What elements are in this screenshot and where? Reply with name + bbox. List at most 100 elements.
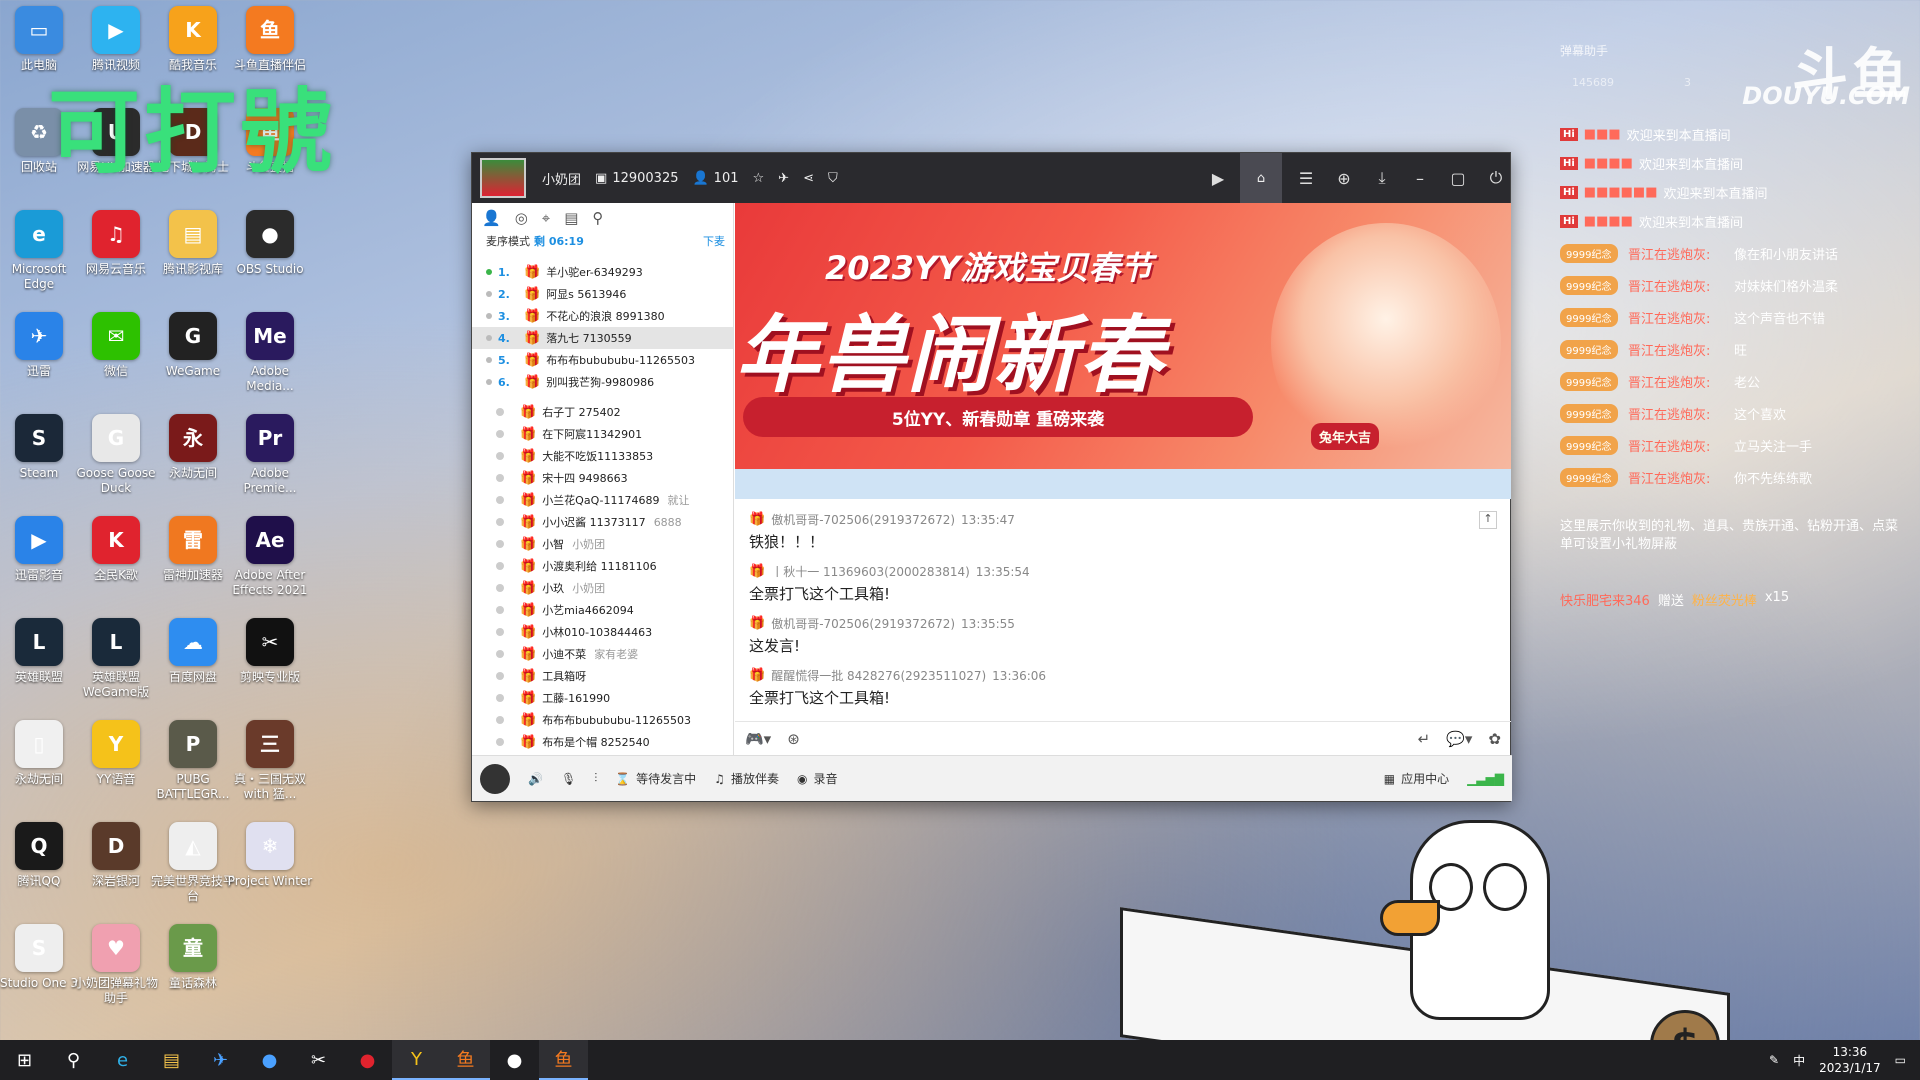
power-button[interactable]: ⏻ [1482, 168, 1510, 188]
queue-row[interactable]: 2. 🎁 阿显s 5613946 [472, 283, 733, 305]
yy-taskbar-icon[interactable]: Y [392, 1040, 441, 1080]
clock[interactable]: 13:36 2023/1/17 [1819, 1044, 1881, 1076]
desktop-icon[interactable]: K 全民K歌 [73, 512, 159, 608]
notification-icon[interactable]: ▭ [1895, 1053, 1906, 1067]
queue-row[interactable]: 6. 🎁 别叫我芒狗-9980986 [472, 371, 733, 393]
jianying-taskbar-icon[interactable]: ✂ [294, 1040, 343, 1080]
explorer-taskbar-icon[interactable]: ▤ [147, 1040, 196, 1080]
douyu-taskbar-icon[interactable]: 鱼 [441, 1040, 490, 1080]
desktop-icon[interactable]: L 英雄联盟WeGame版 [73, 614, 159, 710]
desktop-icon[interactable]: 童童话森林 [150, 920, 236, 1016]
queue-row[interactable]: 1. 🎁 羊小驼er-6349293 [472, 261, 733, 283]
desktop-icon[interactable]: e Microsoft Edge [0, 206, 82, 302]
plane-icon[interactable]: ✈ [778, 171, 789, 186]
user-row[interactable]: 🎁 右子丁 275402 [472, 401, 733, 423]
share-icon[interactable]: ⋖ [803, 171, 814, 186]
desktop-icon[interactable]: ● OBS Studio [227, 206, 313, 302]
star-icon[interactable]: ☆ [753, 171, 765, 186]
user-row[interactable]: 🎁 小智 小奶团 [472, 533, 733, 555]
user-row[interactable]: 🎁 在下阿宸11342901 [472, 423, 733, 445]
maximize-button[interactable]: ▢ [1444, 169, 1472, 188]
play-accompaniment[interactable]: ♫ 播放伴奏 [714, 770, 779, 787]
ime-indicator[interactable]: 中 [1793, 1052, 1805, 1069]
kge-taskbar-icon[interactable]: ● [343, 1040, 392, 1080]
gamepad-emote-icon[interactable]: 🎮▾ [745, 730, 771, 748]
desktop-icon[interactable]: ♫ 网易云音乐 [73, 206, 159, 302]
app-center[interactable]: ▦ 应用中心 [1384, 770, 1449, 787]
obs-taskbar-icon[interactable]: ● [490, 1040, 539, 1080]
user-row[interactable]: 🎁 小迪不菜 家有老婆 [472, 643, 733, 665]
desktop-icon[interactable]: S Steam [0, 410, 82, 506]
user-row[interactable]: 🎁 小林010-103844463 [472, 621, 733, 643]
user-row[interactable]: 🎁 小玖 小奶团 [472, 577, 733, 599]
speaker-icon[interactable]: 🔊 [528, 772, 543, 786]
enter-icon[interactable]: ↵ [1418, 730, 1431, 748]
user-row[interactable]: 🎁 工具箱呀 [472, 665, 733, 687]
person-icon[interactable]: 👤 [482, 209, 501, 227]
desktop-icon[interactable]: G Goose Goose Duck [73, 410, 159, 506]
desktop-icon[interactable]: ☁ 百度网盘 [150, 614, 236, 710]
event-banner[interactable]: 2023YY游戏宝贝春节 年兽闹新春 5位YY、新春勋章 重磅来袭 兔年大吉 [735, 203, 1511, 469]
desktop-icon[interactable]: ♥ 小奶团弹幕礼物助手 [73, 920, 159, 1016]
queue-row[interactable]: 3. 🎁 不花心的浪浪 8991380 [472, 305, 733, 327]
shield-icon[interactable]: ⛉ [828, 171, 838, 186]
desktop-icon[interactable]: S Studio One 3 [0, 920, 82, 1016]
pen-icon[interactable]: ✎ [1769, 1053, 1779, 1067]
xunlei-player-taskbar-icon[interactable]: ● [245, 1040, 294, 1080]
headset-icon[interactable]: ◎ [515, 209, 528, 227]
record[interactable]: ◉ 录音 [797, 770, 838, 787]
desktop-icon[interactable]: Ae Adobe After Effects 2021 [227, 512, 313, 608]
channel-avatar[interactable] [480, 158, 526, 198]
desktop-icon[interactable]: ▶ 迅雷影音 [0, 512, 82, 608]
download-icon[interactable]: ⤓ [1368, 168, 1396, 188]
location-icon[interactable]: ⌖ [542, 209, 550, 227]
video-icon[interactable]: ▶ [1204, 169, 1232, 188]
flower-icon[interactable]: ✿ [1488, 730, 1501, 748]
chat-user[interactable]: 傲机哥哥-702506(2919372672) [771, 615, 955, 632]
desktop-icon[interactable]: Y YY语音 [73, 716, 159, 812]
minimize-button[interactable]: – [1406, 169, 1434, 188]
user-row[interactable]: 🎁 小小迟酱 11373117 6888 [472, 511, 733, 533]
mic-icon[interactable]: 🎙 [561, 772, 576, 786]
font-icon[interactable]: ⊛ [787, 730, 800, 748]
desktop-icon[interactable]: 永永劫无间 [150, 410, 236, 506]
desktop-icon[interactable]: Me Adobe Media... [227, 308, 313, 404]
gamepad-icon[interactable]: ⊕ [1330, 169, 1358, 188]
chat-user[interactable]: 傲机哥哥-702506(2919372672) [771, 511, 955, 528]
douyu-live-taskbar-icon[interactable]: 鱼 [539, 1040, 588, 1080]
desktop-icon[interactable]: Q 腾讯QQ [0, 818, 82, 914]
desktop-icon[interactable]: L 英雄联盟 [0, 614, 82, 710]
desktop-icon[interactable]: G WeGame [150, 308, 236, 404]
leave-mic-button[interactable]: 下麦 [703, 233, 725, 255]
notes-icon[interactable]: ▤ [564, 209, 578, 227]
edge-taskbar-icon[interactable]: e [98, 1040, 147, 1080]
desktop-icon[interactable]: 三真・三国无双 with 猛... [227, 716, 313, 812]
home-icon[interactable]: ⌂ [1240, 153, 1282, 203]
start-icon[interactable]: ⊞ [0, 1040, 49, 1080]
list-icon[interactable]: ☰ [1292, 169, 1320, 188]
desktop-icon[interactable]: ❄ Project Winter [227, 818, 313, 914]
desktop-icon[interactable]: ✂ 剪映专业版 [227, 614, 313, 710]
desktop-icon[interactable]: ✈ 迅雷 [0, 308, 82, 404]
pin-top-icon[interactable]: ↑ [1479, 511, 1497, 529]
user-row[interactable]: 🎁 布布是个帽 8252540 [472, 731, 733, 753]
user-row[interactable]: 🎁 小艺mia4662094 [472, 599, 733, 621]
search-icon[interactable]: ⚲ [592, 209, 603, 227]
user-row[interactable]: 🎁 宋十四 9498663 [472, 467, 733, 489]
user-row[interactable]: 🎁 大能不吃饭11133853 [472, 445, 733, 467]
wait-speak[interactable]: ⌛ 等待发言中 [615, 770, 696, 787]
bubble-icon[interactable]: 💬▾ [1446, 730, 1472, 748]
mixer-icon[interactable]: ⫶ [594, 771, 597, 786]
desktop-icon[interactable]: ✉ 微信 [73, 308, 159, 404]
desktop-icon[interactable]: P PUBG BATTLEGR... [150, 716, 236, 812]
desktop-icon[interactable]: D 深岩银河 [73, 818, 159, 914]
desktop-icon[interactable]: ▯ 永劫无间 [0, 716, 82, 812]
my-avatar[interactable] [480, 763, 510, 794]
user-row[interactable]: 🎁 布布布bubububu-11265503 [472, 709, 733, 731]
desktop-icon[interactable]: ▤ 腾讯影视库 [150, 206, 236, 302]
user-row[interactable]: 🎁 小渡奥利给 11181106 [472, 555, 733, 577]
queue-row[interactable]: 4. 🎁 落九七 7130559 [472, 327, 733, 349]
search-icon[interactable]: ⚲ [49, 1040, 98, 1080]
user-row[interactable]: 🎁 小兰花QaQ-11174689 就让 [472, 489, 733, 511]
chat-user[interactable]: 醒醒慌得一批 8428276(2923511027) [771, 667, 986, 684]
